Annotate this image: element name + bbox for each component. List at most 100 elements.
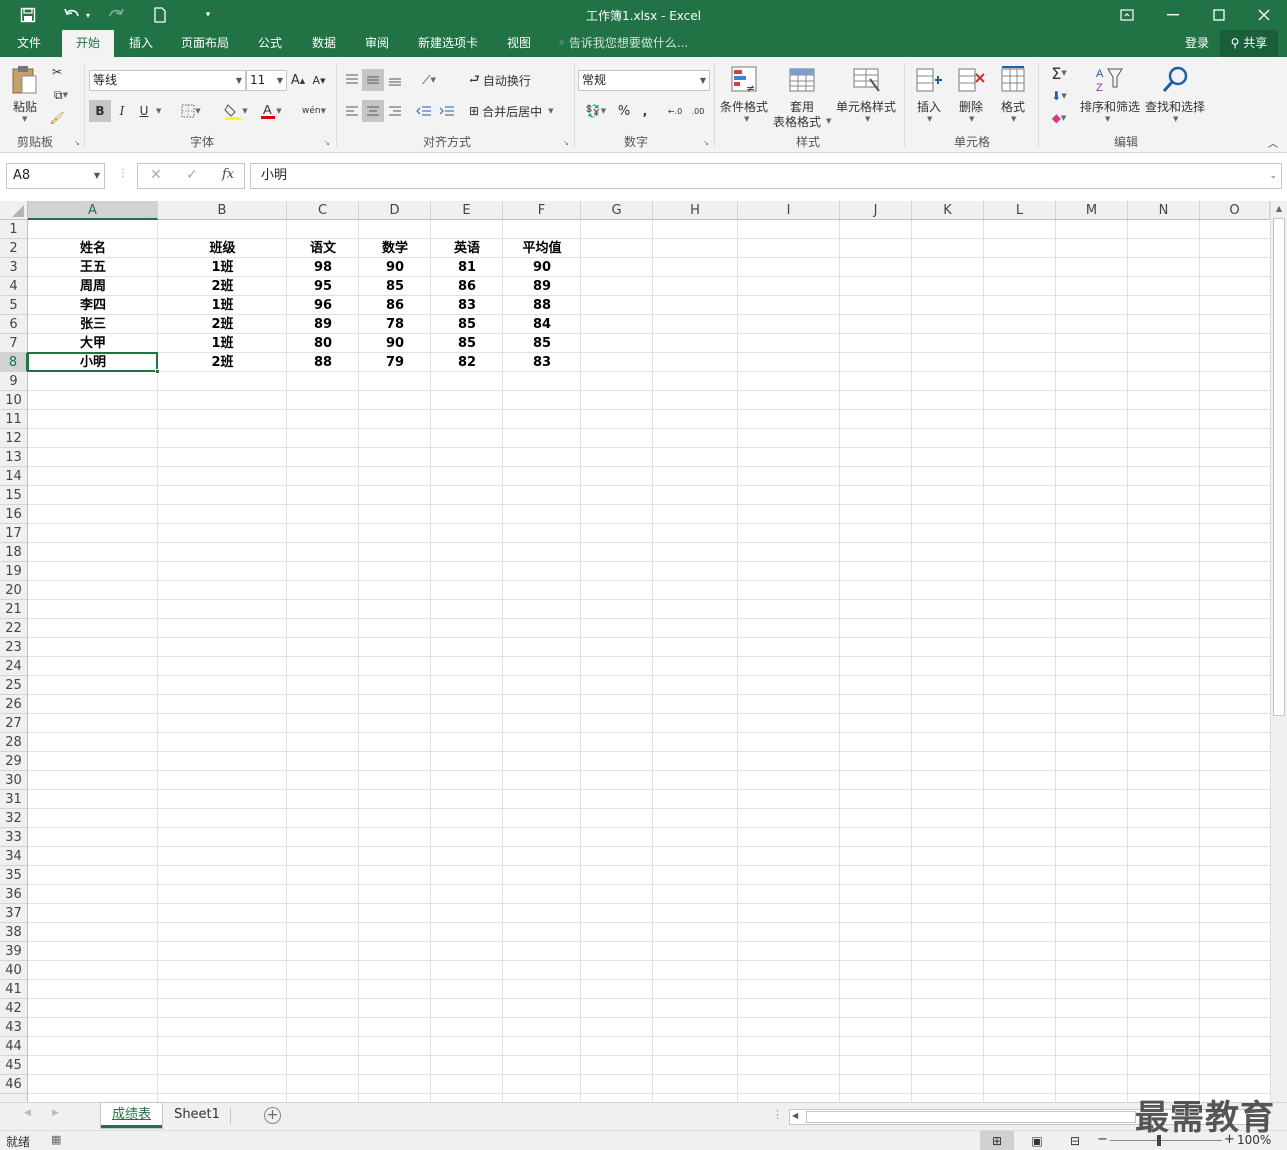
cell-e7[interactable]: 85 [431, 334, 503, 353]
alignment-launcher-icon[interactable]: ↘ [563, 139, 569, 147]
row-header-7[interactable]: 7 [0, 334, 28, 353]
cancel-icon[interactable]: ✕ [150, 167, 162, 183]
cell-b5[interactable]: 1班 [158, 296, 287, 315]
borders-icon[interactable]: ▼ [176, 100, 206, 122]
row-header-31[interactable]: 31 [0, 790, 28, 809]
row-header-28[interactable]: 28 [0, 733, 28, 752]
cell-a3[interactable]: 王五 [28, 258, 158, 277]
insert-cells-dropdown-icon[interactable]: ▼ [927, 115, 932, 123]
row-header-42[interactable]: 42 [0, 999, 28, 1018]
sort-filter-label[interactable]: 排序和筛选 [1080, 98, 1140, 115]
column-header-a[interactable]: A [28, 201, 158, 220]
row-header-9[interactable]: 9 [0, 372, 28, 391]
column-header-n[interactable]: N [1128, 201, 1200, 220]
cell-d7[interactable]: 90 [359, 334, 431, 353]
tab-insert[interactable]: 插入 [120, 30, 162, 57]
percent-button[interactable]: % [614, 100, 634, 122]
tab-split-handle-icon[interactable]: ⋮ [772, 1108, 783, 1121]
row-header-37[interactable]: 37 [0, 904, 28, 923]
zoom-slider-track[interactable] [1110, 1140, 1222, 1141]
font-launcher-icon[interactable]: ↘ [324, 139, 330, 147]
row-header-21[interactable]: 21 [0, 600, 28, 619]
sort-filter-icon[interactable]: AZ [1092, 63, 1126, 97]
column-header-b[interactable]: B [158, 201, 287, 220]
ribbon-display-icon[interactable] [1104, 0, 1150, 30]
format-painter-icon[interactable]: 🖌 [48, 109, 66, 127]
insert-cells-icon[interactable] [913, 63, 945, 97]
cell-styles-label[interactable]: 单元格样式 [836, 98, 896, 115]
underline-dropdown-icon[interactable]: ▼ [156, 107, 161, 115]
worksheet-grid[interactable]: ABCDEFGHIJKLMNO 1 2 3 4 5 6 7 8 9 10 11 12 13 14 15 16 1… [0, 201, 1270, 1102]
wrap-text-button[interactable]: ⮐ 自动换行 [469, 69, 541, 91]
copy-icon[interactable]: ⧉ ▼ [48, 86, 74, 104]
column-header-k[interactable]: K [912, 201, 984, 220]
autosum-icon[interactable]: Σ ▼ [1044, 63, 1074, 83]
row-header-41[interactable]: 41 [0, 980, 28, 999]
row-header-27[interactable]: 27 [0, 714, 28, 733]
tab-home[interactable]: 开始 [62, 30, 114, 57]
underline-button[interactable]: U [135, 100, 153, 122]
row-header-46[interactable]: 46 [0, 1075, 28, 1094]
orientation-icon[interactable]: ⟋ ▼ [414, 69, 444, 91]
cell-e3[interactable]: 81 [431, 258, 503, 277]
column-header-g[interactable]: G [581, 201, 653, 220]
column-header-l[interactable]: L [984, 201, 1056, 220]
formula-bar-splitter-icon[interactable]: ⋮ [118, 168, 128, 179]
sheet-tab-scores[interactable]: 成绩表 [101, 1103, 162, 1128]
row-header-6[interactable]: 6 [0, 315, 28, 334]
grow-font-icon[interactable]: A ▲ [291, 70, 305, 91]
column-header-i[interactable]: I [738, 201, 840, 220]
cell-e5[interactable]: 83 [431, 296, 503, 315]
align-top-icon[interactable] [342, 69, 362, 91]
cell-b7[interactable]: 1班 [158, 334, 287, 353]
cell-e8[interactable]: 82 [431, 353, 503, 372]
cell-d6[interactable]: 78 [359, 315, 431, 334]
increase-indent-icon[interactable] [437, 100, 457, 122]
fill-handle[interactable] [155, 369, 160, 374]
row-header-13[interactable]: 13 [0, 448, 28, 467]
column-header-c[interactable]: C [287, 201, 359, 220]
cell-styles-icon[interactable] [850, 63, 884, 97]
align-right-icon[interactable] [385, 100, 405, 122]
cell-d5[interactable]: 86 [359, 296, 431, 315]
login-link[interactable]: 登录 [1178, 30, 1216, 57]
cell-c3[interactable]: 98 [287, 258, 359, 277]
row-header-38[interactable]: 38 [0, 923, 28, 942]
accounting-format-icon[interactable]: 💱 ▼ [580, 100, 612, 122]
name-box[interactable]: A8 ▼ [6, 163, 105, 189]
row-header-1[interactable]: 1 [0, 220, 28, 239]
italic-button[interactable]: I [113, 100, 131, 122]
normal-view-icon[interactable]: ⊞ [980, 1131, 1014, 1150]
comma-style-icon[interactable]: , [636, 100, 654, 122]
add-sheet-icon[interactable]: + [264, 1107, 281, 1124]
row-header-15[interactable]: 15 [0, 486, 28, 505]
macro-record-icon[interactable]: ▦ [51, 1133, 61, 1146]
row-header-3[interactable]: 3 [0, 258, 28, 277]
column-header-d[interactable]: D [359, 201, 431, 220]
row-header-17[interactable]: 17 [0, 524, 28, 543]
insert-function-button[interactable]: fx [222, 167, 234, 182]
minimize-icon[interactable] [1150, 0, 1196, 30]
page-layout-view-icon[interactable]: ▣ [1026, 1131, 1048, 1150]
decrease-indent-icon[interactable] [414, 100, 434, 122]
row-header-29[interactable]: 29 [0, 752, 28, 771]
find-select-dropdown-icon[interactable]: ▼ [1173, 115, 1178, 123]
row-header-24[interactable]: 24 [0, 657, 28, 676]
header-cell-f[interactable]: 平均值 [503, 239, 581, 258]
paste-dropdown-icon[interactable]: ▼ [22, 115, 27, 123]
cell-b4[interactable]: 2班 [158, 277, 287, 296]
cell-f7[interactable]: 85 [503, 334, 581, 353]
enter-icon[interactable]: ✓ [186, 167, 198, 183]
cell-f6[interactable]: 84 [503, 315, 581, 334]
row-header-10[interactable]: 10 [0, 391, 28, 410]
select-all-button[interactable] [0, 201, 28, 220]
row-header-44[interactable]: 44 [0, 1037, 28, 1056]
cell-f8[interactable]: 83 [503, 353, 581, 372]
row-header-40[interactable]: 40 [0, 961, 28, 980]
cell-b8[interactable]: 2班 [158, 353, 287, 372]
row-header-partial[interactable] [0, 1094, 28, 1102]
cell-b6[interactable]: 2班 [158, 315, 287, 334]
fill-color-icon[interactable]: ▼ [220, 100, 252, 122]
tab-view[interactable]: 视图 [498, 30, 540, 57]
insert-cells-label[interactable]: 插入 [917, 98, 941, 115]
